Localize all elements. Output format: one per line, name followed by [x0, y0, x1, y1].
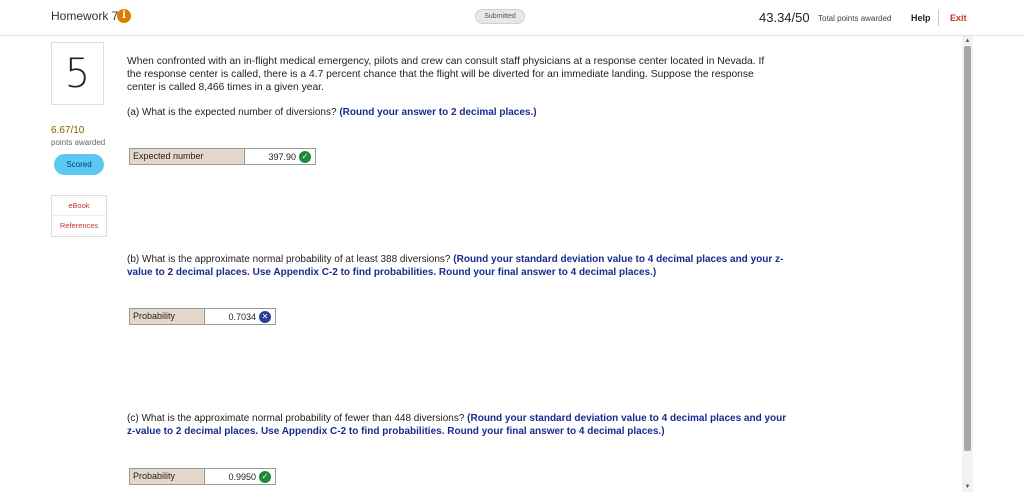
part-b-answer-row: Probability 0.7034 ✕ — [129, 308, 276, 325]
part-a-answer-value: 397.90 — [268, 151, 296, 162]
part-a-answer-field[interactable]: 397.90 ✓ — [245, 149, 315, 164]
part-c-answer-value: 0.9950 — [228, 471, 256, 482]
part-c-answer-field[interactable]: 0.9950 ✓ — [205, 469, 275, 484]
vertical-scrollbar[interactable]: ▲ ▼ — [962, 36, 973, 492]
question-number: 5 — [51, 42, 104, 105]
scroll-up-icon[interactable]: ▲ — [962, 36, 973, 46]
part-b-prompt: (b) What is the approximate normal proba… — [127, 253, 787, 279]
correct-check-icon: ✓ — [299, 150, 311, 163]
part-a-prompt: (a) What is the expected number of diver… — [127, 106, 787, 119]
part-a-text: (a) What is the expected number of diver… — [127, 107, 340, 118]
part-b-answer-field[interactable]: 0.7034 ✕ — [205, 309, 275, 324]
part-b-answer-label: Probability — [130, 309, 205, 324]
scroll-thumb[interactable] — [964, 46, 971, 451]
points-awarded-value: 6.67/10 — [51, 125, 85, 136]
part-b-text: (b) What is the approximate normal proba… — [127, 254, 454, 265]
scroll-down-icon[interactable]: ▼ — [962, 482, 973, 492]
part-c-answer-label: Probability — [130, 469, 205, 484]
incorrect-x-icon: ✕ — [259, 310, 271, 323]
homework-title: Homework 7 — [51, 9, 119, 23]
points-awarded-label: points awarded — [51, 138, 106, 147]
scored-badge: Scored — [54, 154, 104, 175]
part-c-prompt: (c) What is the approximate normal proba… — [127, 412, 787, 438]
part-a-instructions: (Round your answer to 2 decimal places.) — [339, 107, 537, 118]
part-a-answer-row: Expected number 397.90 ✓ — [129, 148, 316, 165]
part-a-answer-label: Expected number — [130, 149, 245, 164]
part-c-text: (c) What is the approximate normal proba… — [127, 413, 468, 424]
ebook-link[interactable]: eBook — [52, 196, 106, 216]
part-c-answer-row: Probability 0.9950 ✓ — [129, 468, 276, 485]
resource-links: eBook References — [51, 195, 107, 237]
part-b-answer-value: 0.7034 — [228, 311, 256, 322]
references-link[interactable]: References — [52, 216, 106, 236]
correct-check-icon: ✓ — [259, 470, 271, 483]
question-content: When confronted with an in-flight medica… — [127, 0, 957, 504]
question-stem: When confronted with an in-flight medica… — [127, 56, 765, 93]
